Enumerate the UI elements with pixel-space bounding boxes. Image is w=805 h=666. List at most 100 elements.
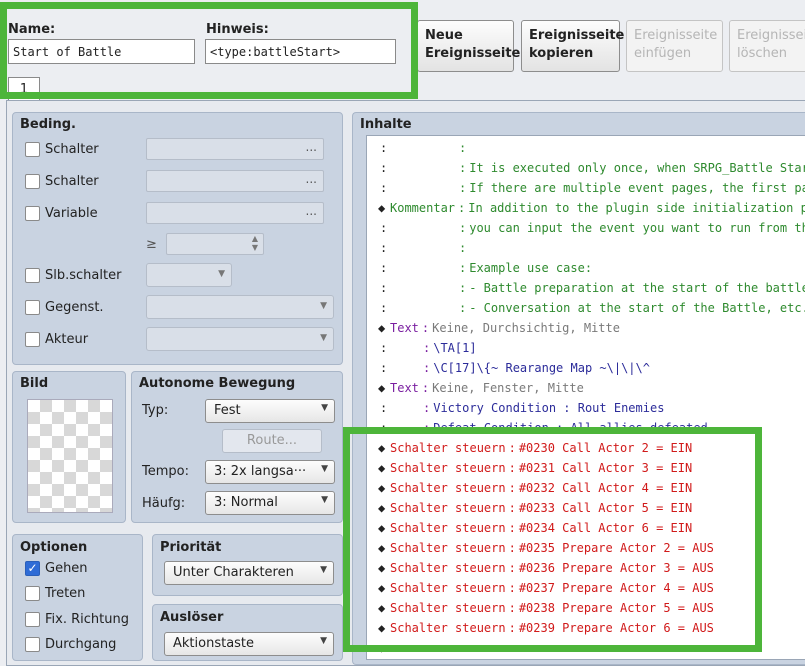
- row-separator: :: [458, 201, 466, 215]
- type-value: Fest: [214, 403, 241, 418]
- chevron-down-icon: ▼: [320, 636, 327, 646]
- freq-value: 3: Normal: [214, 495, 278, 510]
- paste-page-button[interactable]: Ereignisseite einfügen: [626, 20, 723, 72]
- delete-page-button[interactable]: Ereignisseite löschen: [729, 20, 805, 72]
- row-prefix: :: [380, 181, 388, 195]
- priority-panel: Priorität Unter Charakteren ▼: [152, 534, 343, 596]
- switch2-select[interactable]: ...: [146, 170, 324, 192]
- actor-checkbox[interactable]: [25, 332, 40, 347]
- command-row[interactable]: :: Victory Condition : Rout Enemies: [367, 398, 664, 418]
- diamond-icon: ◆: [378, 321, 386, 335]
- command-type: Kommentar: [390, 201, 456, 215]
- chevron-down-icon: ▼: [320, 565, 327, 575]
- through-label: Durchgang: [45, 637, 117, 652]
- switch2-ellipsis: ...: [305, 172, 317, 186]
- row-prefix: :: [380, 161, 388, 175]
- switch2-checkbox[interactable]: [25, 174, 40, 189]
- command-row[interactable]: ::: [367, 138, 469, 158]
- type-label: Typ:: [142, 403, 169, 418]
- row-prefix: :: [380, 281, 388, 295]
- variable-ellipsis: ...: [305, 204, 317, 218]
- image-preview[interactable]: [27, 399, 113, 513]
- item-label: Gegenst.: [45, 300, 104, 315]
- row-separator: :: [459, 141, 467, 155]
- stepping-label: Treten: [45, 586, 86, 601]
- row-separator: :: [423, 401, 431, 415]
- copy-page-button[interactable]: Ereignisseite kopieren: [521, 20, 624, 72]
- freq-label: Häufg:: [142, 496, 186, 511]
- row-prefix: :: [380, 241, 388, 255]
- stepping-checkbox[interactable]: [25, 586, 40, 601]
- route-button[interactable]: Route...: [222, 429, 322, 453]
- speed-select[interactable]: 3: 2x langsa··· ▼: [205, 460, 335, 484]
- actor-select[interactable]: ▼: [146, 327, 334, 351]
- chevron-down-icon: ▼: [321, 403, 328, 413]
- trigger-panel: Auslöser Aktionstaste ▼: [152, 604, 343, 661]
- speed-value: 3: 2x langsa···: [214, 464, 307, 479]
- ge-symbol: ≥: [146, 237, 157, 252]
- row-separator: :: [459, 181, 467, 195]
- chevron-down-icon: ▼: [218, 269, 225, 279]
- new-page-button[interactable]: Neue Ereignisseite: [417, 20, 520, 72]
- switch1-checkbox[interactable]: [25, 142, 40, 157]
- command-row[interactable]: ◆ Text: Keine, Fenster, Mitte: [367, 378, 584, 398]
- variable-checkbox[interactable]: [25, 206, 40, 221]
- command-content: If there are multiple event pages, the f…: [469, 181, 805, 195]
- trigger-select[interactable]: Aktionstaste ▼: [164, 632, 334, 656]
- command-content: you can input the event you want to run …: [469, 221, 805, 235]
- row-prefix: :: [380, 261, 388, 275]
- command-row[interactable]: ::- Battle preparation at the start of t…: [367, 278, 805, 298]
- switch1-label: Schalter: [45, 142, 99, 157]
- row-prefix: :: [380, 361, 388, 375]
- command-row[interactable]: :: \C[17]\{~ Rearange Map ~\|\|\^: [367, 358, 650, 378]
- command-type: Text: [390, 381, 419, 395]
- row-separator: :: [459, 161, 467, 175]
- priority-select[interactable]: Unter Charakteren ▼: [164, 561, 334, 585]
- autonomous-panel: Autonome Bewegung Typ: Fest ▼ Route... Te…: [131, 371, 343, 523]
- row-separator: :: [421, 381, 430, 395]
- chevron-down-icon: ▼: [320, 301, 327, 311]
- through-checkbox[interactable]: [25, 637, 40, 652]
- command-row[interactable]: :: If there are multiple event pages, the…: [367, 178, 805, 198]
- self-switch-checkbox[interactable]: [25, 268, 40, 283]
- command-row[interactable]: ::- Conversation at the start of the Bat…: [367, 298, 805, 318]
- command-content: \C[17]\{~ Rearange Map ~\|\|\^: [433, 361, 650, 375]
- chevron-down-icon: ▼: [321, 495, 328, 505]
- diamond-icon: ◆: [378, 381, 386, 395]
- command-row[interactable]: :: It is executed only once, when SRPG_Ba…: [367, 158, 805, 178]
- command-row[interactable]: :: \TA[1]: [367, 338, 477, 358]
- command-content: It is executed only once, when SRPG_Batt…: [469, 161, 805, 175]
- trigger-title: Auslöser: [160, 610, 224, 625]
- highlight-box-header: [0, 2, 418, 99]
- type-select[interactable]: Fest ▼: [205, 399, 335, 423]
- variable-value-spinner[interactable]: ▲ ▼: [166, 233, 264, 255]
- switch1-select[interactable]: ...: [146, 138, 324, 160]
- freq-select[interactable]: 3: Normal ▼: [205, 491, 335, 515]
- walking-checkbox[interactable]: ✓: [25, 561, 40, 576]
- item-select[interactable]: ▼: [146, 295, 334, 319]
- priority-title: Priorität: [160, 540, 222, 555]
- command-content: Keine, Durchsichtig, Mitte: [432, 321, 620, 335]
- switch2-label: Schalter: [45, 174, 99, 189]
- command-content: Victory Condition : Rout Enemies: [433, 401, 665, 415]
- conditions-title: Beding.: [20, 117, 76, 132]
- row-prefix: :: [380, 301, 388, 315]
- item-checkbox[interactable]: [25, 300, 40, 315]
- command-content: Keine, Fenster, Mitte: [432, 381, 584, 395]
- command-row[interactable]: :: Example use case:: [367, 258, 592, 278]
- direction-fix-checkbox[interactable]: [25, 612, 40, 627]
- variable-select[interactable]: ...: [146, 202, 324, 224]
- conditions-panel: Beding. Schalter ... Schalter ... Variab…: [12, 112, 343, 365]
- trigger-value: Aktionstaste: [173, 636, 255, 651]
- command-type: Text: [390, 321, 419, 335]
- self-switch-select[interactable]: ▼: [146, 263, 232, 287]
- command-row[interactable]: ::: [367, 238, 469, 258]
- command-content: - Battle preparation at the start of the…: [469, 281, 805, 295]
- switch1-ellipsis: ...: [305, 140, 317, 154]
- command-row[interactable]: ◆ Kommentar: In addition to the plugin sid…: [367, 198, 805, 218]
- spinner-arrows-icon: ▲ ▼: [251, 234, 258, 252]
- image-panel: Bild: [12, 371, 126, 523]
- command-row[interactable]: ◆ Text: Keine, Durchsichtig, Mitte: [367, 318, 620, 338]
- command-content: - Conversation at the start of the Battl…: [469, 301, 805, 315]
- command-row[interactable]: :: you can input the event you want to ru…: [367, 218, 805, 238]
